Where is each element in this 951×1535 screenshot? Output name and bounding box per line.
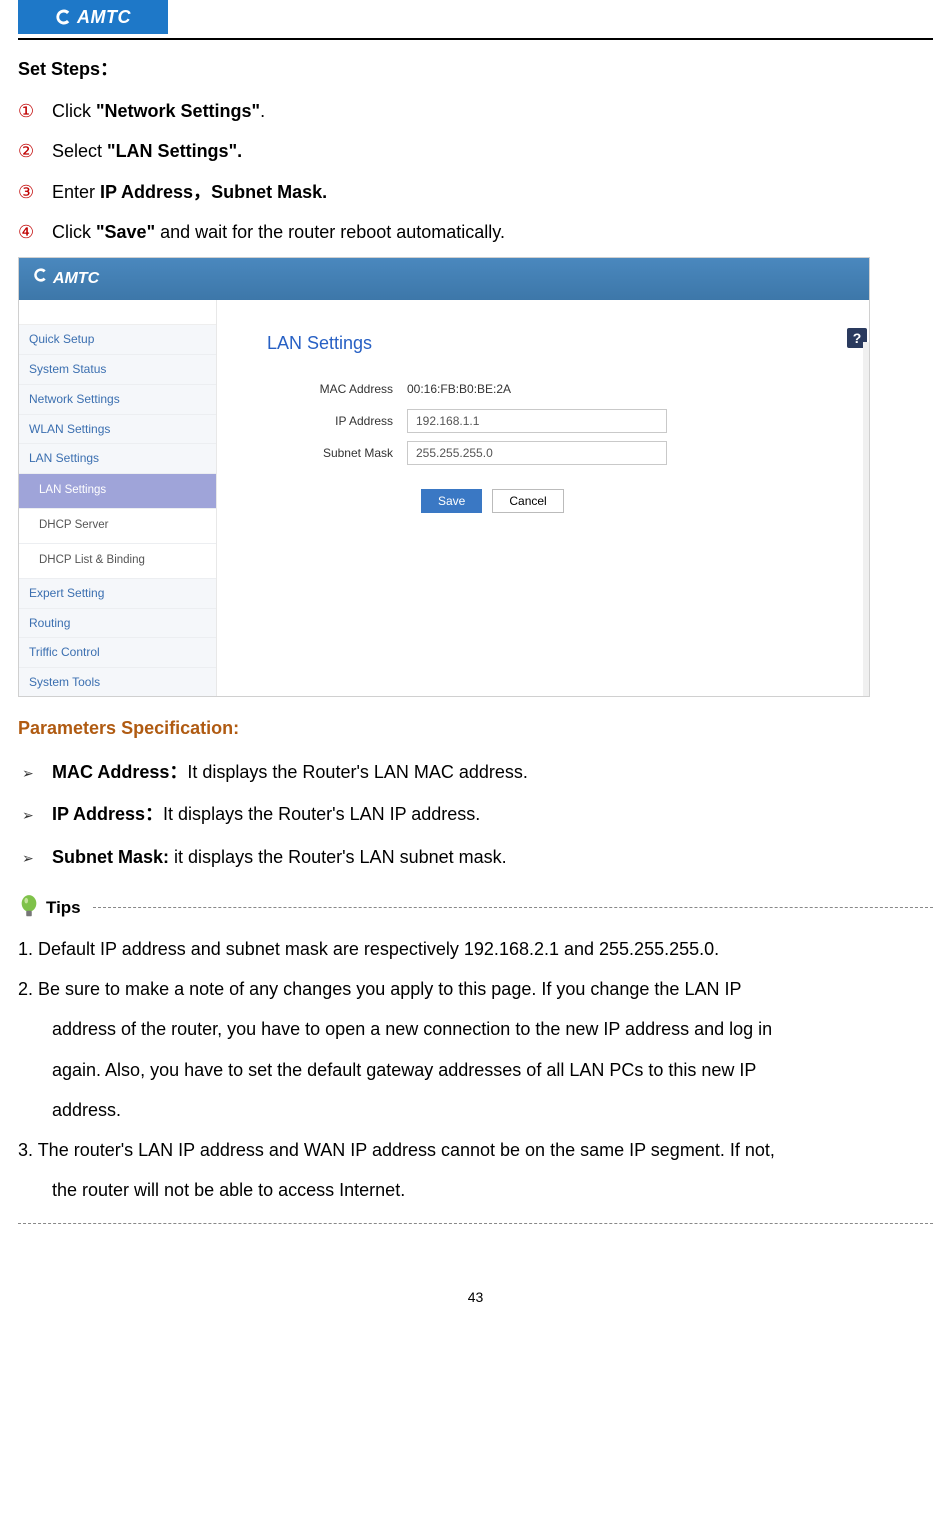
router-content-panel: LAN Settings MAC Address 00:16:FB:B0:BE:… — [217, 300, 869, 697]
set-steps-heading: Set Steps： — [18, 52, 933, 86]
steps-list: ① Click "Network Settings". ② Select "LA… — [18, 94, 933, 249]
parameter-item: ➢ MAC Address：It displays the Router's L… — [18, 755, 933, 789]
step-item: ③ Enter IP Address，Subnet Mask. — [18, 175, 933, 209]
step-item: ④ Click "Save" and wait for the router r… — [18, 215, 933, 249]
brand-logo: AMTC — [18, 0, 168, 34]
sidebar-item-quick-setup[interactable]: Quick Setup — [19, 325, 216, 355]
parameter-text: Subnet Mask: it displays the Router's LA… — [52, 840, 507, 874]
form-buttons: Save Cancel — [421, 489, 859, 513]
parameter-text: MAC Address：It displays the Router's LAN… — [52, 755, 528, 789]
parameters-heading: Parameters Specification: — [18, 711, 933, 745]
step-number-icon: ② — [18, 134, 52, 168]
chevron-right-icon: ➢ — [18, 760, 52, 787]
tips-divider — [93, 907, 933, 908]
subnet-mask-input[interactable] — [407, 441, 667, 465]
step-text: Select "LAN Settings". — [52, 134, 242, 168]
scrollbar-track[interactable] — [863, 342, 869, 697]
tip-line: again. Also, you have to set the default… — [18, 1053, 933, 1087]
sidebar-item-system-status[interactable]: System Status — [19, 355, 216, 385]
step-number-icon: ④ — [18, 215, 52, 249]
sidebar-subitem-dhcp-list-binding[interactable]: DHCP List & Binding — [19, 544, 216, 579]
tip-line: address of the router, you have to open … — [18, 1012, 933, 1046]
sidebar-subitem-lan-settings[interactable]: LAN Settings — [19, 474, 216, 509]
sidebar-item-wlan-settings[interactable]: WLAN Settings — [19, 415, 216, 445]
chevron-right-icon: ➢ — [18, 802, 52, 829]
brand-swirl-icon — [55, 8, 73, 26]
lightbulb-icon — [18, 894, 40, 922]
step-text: Click "Save" and wait for the router reb… — [52, 215, 505, 249]
step-number-icon: ① — [18, 94, 52, 128]
tips-end-divider — [18, 1223, 933, 1224]
router-sidebar: Quick Setup System Status Network Settin… — [19, 300, 217, 697]
mac-address-label: MAC Address — [267, 378, 407, 401]
tip-line: 1. Default IP address and subnet mask ar… — [18, 932, 933, 966]
save-button[interactable]: Save — [421, 489, 482, 513]
tip-line: 3. The router's LAN IP address and WAN I… — [18, 1133, 933, 1167]
tips-header: Tips — [18, 892, 933, 924]
parameter-text: IP Address：It displays the Router's LAN … — [52, 797, 480, 831]
tips-body: 1. Default IP address and subnet mask ar… — [18, 932, 933, 1207]
parameters-list: ➢ MAC Address：It displays the Router's L… — [18, 755, 933, 874]
page-logo-bar: AMTC — [18, 0, 933, 34]
sidebar-item-routing[interactable]: Routing — [19, 609, 216, 639]
sidebar-item-lan-settings[interactable]: LAN Settings — [19, 444, 216, 474]
brand-swirl-icon — [33, 264, 49, 294]
brand-text: AMTC — [77, 0, 131, 34]
cancel-button[interactable]: Cancel — [492, 489, 563, 513]
router-brand-text: AMTC — [53, 264, 99, 294]
form-row-mac: MAC Address 00:16:FB:B0:BE:2A — [267, 378, 859, 401]
subnet-mask-label: Subnet Mask — [267, 442, 407, 465]
sidebar-top-pad — [19, 300, 216, 325]
form-row-ip: IP Address — [267, 409, 859, 433]
tips-label: Tips — [46, 892, 81, 924]
router-header-bar: AMTC — [19, 258, 869, 300]
tip-line: the router will not be able to access In… — [18, 1173, 933, 1207]
step-text: Enter IP Address，Subnet Mask. — [52, 175, 327, 209]
step-number-icon: ③ — [18, 175, 52, 209]
page-number: 43 — [18, 1284, 933, 1311]
mac-address-value: 00:16:FB:B0:BE:2A — [407, 378, 511, 401]
tip-line: address. — [18, 1093, 933, 1127]
router-admin-screenshot: AMTC Quick Setup System Status Network S… — [18, 257, 870, 697]
parameter-item: ➢ Subnet Mask: it displays the Router's … — [18, 840, 933, 874]
chevron-right-icon: ➢ — [18, 845, 52, 872]
ip-address-input[interactable] — [407, 409, 667, 433]
parameter-item: ➢ IP Address：It displays the Router's LA… — [18, 797, 933, 831]
ip-address-label: IP Address — [267, 410, 407, 433]
header-divider — [18, 38, 933, 40]
step-text: Click "Network Settings". — [52, 94, 265, 128]
sidebar-item-traffic-control[interactable]: Triffic Control — [19, 638, 216, 668]
step-item: ① Click "Network Settings". — [18, 94, 933, 128]
step-item: ② Select "LAN Settings". — [18, 134, 933, 168]
sidebar-item-expert-setting[interactable]: Expert Setting — [19, 579, 216, 609]
sidebar-item-system-tools[interactable]: System Tools — [19, 668, 216, 697]
sidebar-subitem-dhcp-server[interactable]: DHCP Server — [19, 509, 216, 544]
form-row-mask: Subnet Mask — [267, 441, 859, 465]
content-title: LAN Settings — [267, 326, 859, 360]
tip-line: 2. Be sure to make a note of any changes… — [18, 972, 933, 1006]
sidebar-item-network-settings[interactable]: Network Settings — [19, 385, 216, 415]
